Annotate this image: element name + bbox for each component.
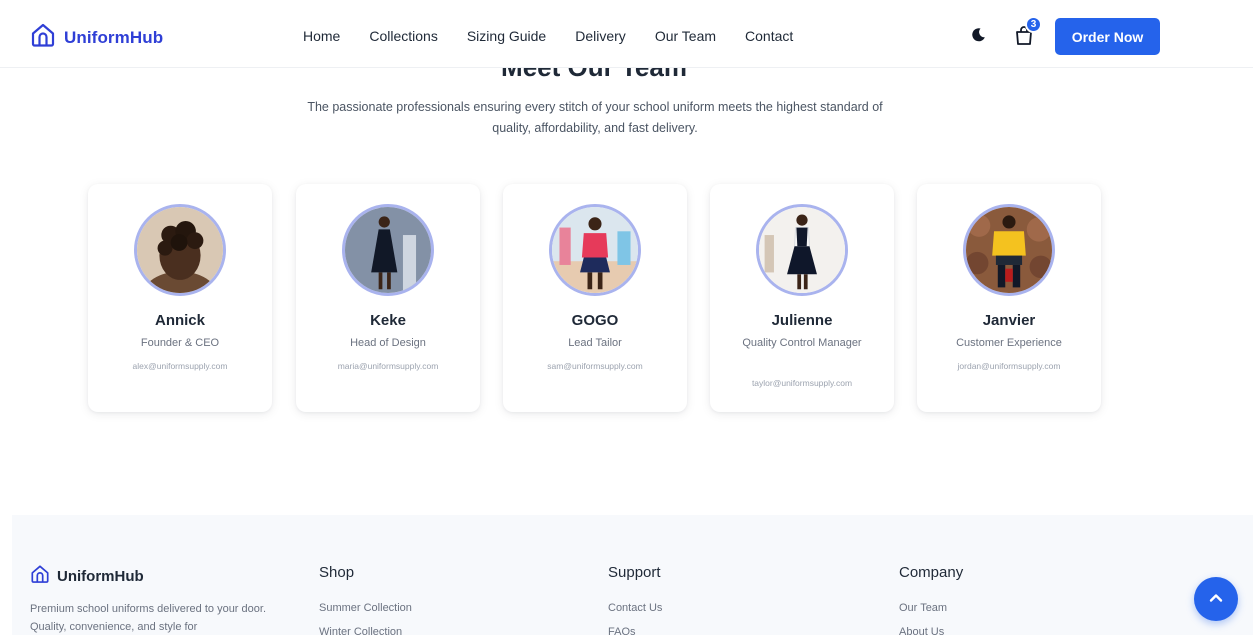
footer-link-winter-collection[interactable]: Winter Collection [319, 626, 402, 635]
footer-company-title: Company [899, 564, 964, 581]
footer: UniformHub Premium school uniforms deliv… [12, 515, 1253, 635]
member-email[interactable]: maria@uniformsupply.com [296, 361, 480, 371]
avatar [342, 204, 434, 296]
nav-delivery[interactable]: Delivery [575, 28, 626, 44]
member-name: Keke [370, 312, 406, 329]
avatar [756, 204, 848, 296]
member-role: Lead Tailor [568, 337, 622, 349]
team-card-keke: Keke Head of Design maria@uniformsupply.… [296, 184, 480, 412]
home-icon [30, 564, 50, 589]
team-card-julienne: Julienne Quality Control Manager taylor@… [710, 184, 894, 412]
member-name: Julienne [771, 312, 833, 329]
team-card-janvier: Janvier Customer Experience jordan@unifo… [917, 184, 1101, 412]
footer-brand[interactable]: UniformHub [30, 564, 144, 589]
footer-link-faqs[interactable]: FAQs [608, 626, 636, 635]
footer-link-about-us[interactable]: About Us [899, 626, 944, 635]
chevron-up-icon [1207, 589, 1225, 610]
brand-name: UniformHub [64, 27, 164, 47]
member-role: Head of Design [350, 337, 426, 349]
member-role: Quality Control Manager [742, 337, 862, 349]
member-name: Janvier [982, 312, 1036, 329]
team-card-gogo: GOGO Lead Tailor sam@uniformsupply.com [503, 184, 687, 412]
scroll-to-top-button[interactable] [1194, 577, 1238, 621]
team-card-annick: Annick Founder & CEO alex@uniformsupply.… [88, 184, 272, 412]
member-email[interactable]: jordan@uniformsupply.com [917, 361, 1101, 371]
team-section-subtitle: The passionate professionals ensuring ev… [307, 100, 883, 135]
member-name: GOGO [571, 312, 619, 329]
member-name: Annick [154, 312, 205, 329]
navbar: UniformHub Home Collections Sizing Guide… [0, 0, 1253, 68]
footer-brand-name: UniformHub [57, 568, 144, 585]
avatar [134, 204, 226, 296]
footer-description: Premium school uniforms delivered to you… [30, 603, 266, 633]
footer-link-summer-collection[interactable]: Summer Collection [319, 602, 412, 614]
main-nav: Home Collections Sizing Guide Delivery O… [303, 28, 822, 44]
nav-contact[interactable]: Contact [745, 28, 793, 44]
avatar [963, 204, 1055, 296]
member-email[interactable]: alex@uniformsupply.com [88, 361, 272, 371]
member-role: Customer Experience [956, 337, 1062, 349]
footer-link-our-team[interactable]: Our Team [899, 602, 947, 614]
footer-link-contact-us[interactable]: Contact Us [608, 602, 662, 614]
avatar [549, 204, 641, 296]
footer-support-title: Support [608, 564, 661, 581]
member-email[interactable]: taylor@uniformsupply.com [710, 378, 894, 388]
nav-our-team[interactable]: Our Team [655, 28, 716, 44]
order-now-button[interactable]: Order Now [1055, 18, 1160, 55]
moon-icon[interactable] [970, 27, 986, 43]
footer-shop-title: Shop [319, 564, 355, 581]
member-role: Founder & CEO [140, 337, 220, 349]
member-email[interactable]: sam@uniformsupply.com [503, 361, 687, 371]
nav-collections[interactable]: Collections [369, 28, 437, 44]
home-icon [30, 22, 56, 53]
nav-home[interactable]: Home [303, 28, 340, 44]
cart-count-badge: 3 [1025, 16, 1042, 33]
brand-logo[interactable]: UniformHub [30, 22, 163, 53]
nav-sizing-guide[interactable]: Sizing Guide [467, 28, 546, 44]
